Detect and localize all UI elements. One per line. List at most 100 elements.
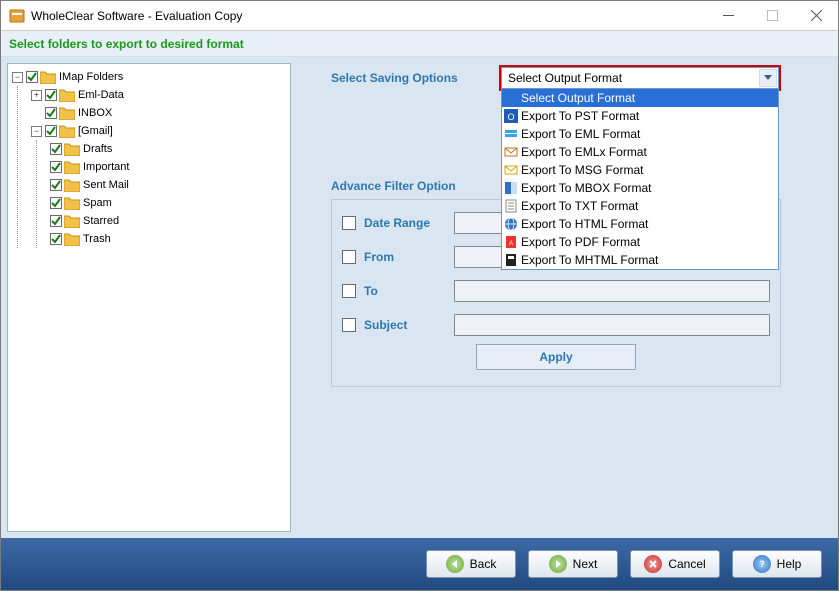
tree-node-spam[interactable]: Spam: [50, 194, 290, 212]
html-icon: [504, 217, 518, 231]
msg-icon: [504, 163, 518, 177]
checkbox-checked-icon[interactable]: [45, 125, 57, 137]
close-button[interactable]: [794, 1, 838, 31]
folder-icon: [64, 232, 80, 246]
saving-options-label: Select Saving Options: [331, 71, 501, 85]
tree-node-gmail[interactable]: − [Gmail]: [31, 122, 290, 140]
checkbox-checked-icon[interactable]: [26, 71, 38, 83]
minimize-button[interactable]: [706, 1, 750, 31]
dropdown-option-pst[interactable]: OExport To PST Format: [502, 107, 778, 125]
checkbox-checked-icon[interactable]: [50, 233, 62, 245]
folder-icon: [64, 178, 80, 192]
maximize-button[interactable]: [750, 1, 794, 31]
page-subtitle: Select folders to export to desired form…: [1, 31, 838, 57]
folder-icon: [59, 106, 75, 120]
expand-icon[interactable]: +: [31, 90, 42, 101]
back-arrow-icon: [446, 555, 464, 573]
folder-icon: [64, 214, 80, 228]
tree-node-drafts[interactable]: Drafts: [50, 140, 290, 158]
tree-node-inbox[interactable]: · INBOX: [31, 104, 290, 122]
checkbox-checked-icon[interactable]: [50, 179, 62, 191]
from-label: From: [364, 250, 454, 264]
next-arrow-icon: [549, 555, 567, 573]
tree-label: IMap Folders: [59, 71, 123, 83]
checkbox-checked-icon[interactable]: [45, 89, 57, 101]
dropdown-option-msg[interactable]: Export To MSG Format: [502, 161, 778, 179]
spacer: ·: [31, 108, 42, 119]
dropdown-option-pdf[interactable]: AExport To PDF Format: [502, 233, 778, 251]
tree-node-sent-mail[interactable]: Sent Mail: [50, 176, 290, 194]
folder-tree[interactable]: − IMap Folders + Eml-Dat: [8, 68, 290, 248]
subject-input[interactable]: [454, 314, 770, 336]
dropdown-option-emlx[interactable]: Export To EMLx Format: [502, 143, 778, 161]
tree-label: Spam: [83, 197, 112, 209]
combobox-value: Select Output Format: [508, 71, 622, 85]
date-range-label: Date Range: [364, 216, 454, 230]
tree-label: Starred: [83, 215, 119, 227]
title-bar: WholeClear Software - Evaluation Copy: [1, 1, 838, 31]
apply-button[interactable]: Apply: [476, 344, 636, 370]
app-window: WholeClear Software - Evaluation Copy Se…: [0, 0, 839, 591]
subject-label: Subject: [364, 318, 454, 332]
folder-icon: [40, 70, 56, 84]
txt-icon: [504, 199, 518, 213]
next-button[interactable]: Next: [528, 550, 618, 578]
dropdown-option-mhtml[interactable]: Export To MHTML Format: [502, 251, 778, 269]
tree-label: Trash: [83, 233, 111, 245]
bottom-toolbar: Back Next Cancel ? Help: [1, 538, 838, 590]
from-checkbox[interactable]: [342, 250, 356, 264]
collapse-icon[interactable]: −: [12, 72, 23, 83]
app-icon: [9, 8, 25, 24]
folder-icon: [59, 88, 75, 102]
eml-icon: [504, 127, 518, 141]
output-format-dropdown[interactable]: Select Output Format OExport To PST Form…: [501, 89, 779, 270]
tree-label: [Gmail]: [78, 125, 113, 137]
tree-node-trash[interactable]: Trash: [50, 230, 290, 248]
window-title: WholeClear Software - Evaluation Copy: [31, 9, 242, 23]
filter-row-to: To: [342, 280, 770, 302]
pst-icon: O: [504, 109, 518, 123]
checkbox-checked-icon[interactable]: [45, 107, 57, 119]
subject-checkbox[interactable]: [342, 318, 356, 332]
folder-icon: [64, 142, 80, 156]
mhtml-icon: [504, 253, 518, 267]
dropdown-option-eml[interactable]: Export To EML Format: [502, 125, 778, 143]
checkbox-checked-icon[interactable]: [50, 215, 62, 227]
tree-label: Eml-Data: [78, 89, 124, 101]
checkbox-checked-icon[interactable]: [50, 143, 62, 155]
tree-label: Important: [83, 161, 129, 173]
tree-node-eml-data[interactable]: + Eml-Data: [31, 86, 290, 104]
output-format-combo-wrap: Select Output Format Select Output Forma…: [501, 67, 779, 89]
help-icon: ?: [753, 555, 771, 573]
chevron-down-icon[interactable]: [759, 69, 777, 87]
dropdown-option-txt[interactable]: Export To TXT Format: [502, 197, 778, 215]
mbox-icon: [504, 181, 518, 195]
dropdown-option-mbox[interactable]: Export To MBOX Format: [502, 179, 778, 197]
output-format-combobox[interactable]: Select Output Format: [501, 67, 779, 89]
back-button[interactable]: Back: [426, 550, 516, 578]
checkbox-checked-icon[interactable]: [50, 197, 62, 209]
cancel-icon: [644, 555, 662, 573]
help-button[interactable]: ? Help: [732, 550, 822, 578]
svg-text:O: O: [507, 112, 514, 122]
folder-icon: [64, 160, 80, 174]
checkbox-checked-icon[interactable]: [50, 161, 62, 173]
tree-node-root[interactable]: − IMap Folders: [12, 68, 290, 86]
tree-node-starred[interactable]: Starred: [50, 212, 290, 230]
folder-icon: [59, 124, 75, 138]
dropdown-option-html[interactable]: Export To HTML Format: [502, 215, 778, 233]
collapse-icon[interactable]: −: [31, 126, 42, 137]
tree-label: Drafts: [83, 143, 112, 155]
date-range-checkbox[interactable]: [342, 216, 356, 230]
to-input[interactable]: [454, 280, 770, 302]
dropdown-option-select[interactable]: Select Output Format: [502, 89, 778, 107]
saving-row: Select Saving Options Select Output Form…: [331, 67, 838, 89]
svg-text:A: A: [509, 241, 513, 247]
tree-node-important[interactable]: Important: [50, 158, 290, 176]
pdf-icon: A: [504, 235, 518, 249]
cancel-button[interactable]: Cancel: [630, 550, 720, 578]
tree-label: INBOX: [78, 107, 112, 119]
filter-row-subject: Subject: [342, 314, 770, 336]
to-checkbox[interactable]: [342, 284, 356, 298]
svg-text:?: ?: [759, 559, 765, 569]
